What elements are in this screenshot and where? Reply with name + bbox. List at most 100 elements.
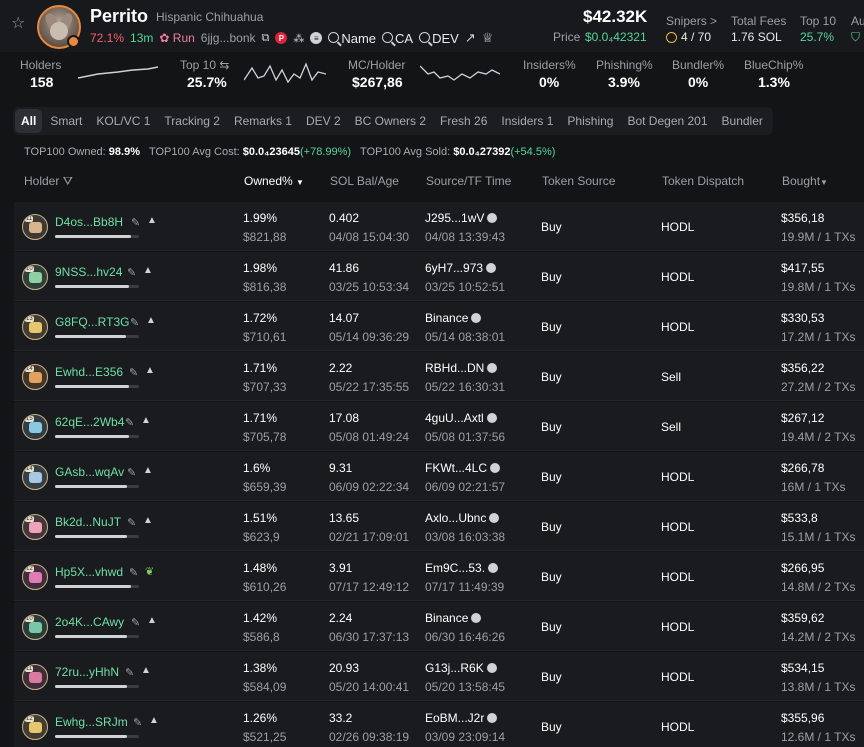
- tab-8[interactable]: Insiders 1: [495, 109, 559, 133]
- avatar[interactable]: 11: [22, 664, 48, 690]
- holder-address[interactable]: Ewhd...E356: [55, 365, 123, 379]
- table-row[interactable]: 15 62qE...2Wb4 ✎ ▲ 1.71% $705,78 17.08 0…: [14, 402, 864, 451]
- holder-address[interactable]: Ewhg...SRJm: [55, 715, 128, 729]
- table-row[interactable]: 11 D4os...Bb8H ✎ ▲ 1.99% $821,88 0.402 0…: [14, 202, 864, 251]
- table-row[interactable]: 14 GAsb...wqAv ✎ ▲ 1.6% $659,39 9.31 06/…: [14, 452, 864, 501]
- column-sol-bal[interactable]: SOL Bal/Age: [330, 174, 399, 188]
- search-name-link[interactable]: Name: [328, 31, 376, 46]
- tab-0[interactable]: All: [15, 109, 43, 133]
- avatar[interactable]: 12: [22, 564, 48, 590]
- tab-7[interactable]: Fresh 26: [434, 109, 493, 133]
- search-ca-link[interactable]: CA: [382, 31, 413, 46]
- tab-1[interactable]: Smart: [44, 109, 88, 133]
- edit-icon[interactable]: ✎: [125, 416, 134, 429]
- tab-4[interactable]: Remarks 1: [228, 109, 298, 133]
- edit-icon[interactable]: ✎: [127, 466, 136, 479]
- holder-address[interactable]: 2o4K...CAwy: [55, 615, 124, 629]
- column-token-dispatch[interactable]: Token Dispatch: [662, 174, 744, 188]
- edit-icon[interactable]: ✎: [125, 666, 134, 679]
- funding-source[interactable]: G13j...R6K: [425, 661, 497, 675]
- edit-icon[interactable]: ✎: [130, 316, 139, 329]
- holder-address[interactable]: 9NSS...hv24: [55, 265, 122, 279]
- table-row[interactable]: 11 72ru...yHhN ✎ ▲ 1.38% $584,09 20.93 0…: [14, 652, 864, 701]
- funding-source[interactable]: Axlo...Ubnc: [425, 511, 500, 525]
- tab-2[interactable]: KOL/VC 1: [90, 109, 156, 133]
- star-icon[interactable]: ☆: [11, 16, 27, 32]
- table-row[interactable]: 10 9NSS...hv24 ✎ ▲ 1.98% $816,38 41.86 0…: [14, 252, 864, 301]
- table-row[interactable]: 14 Ewhd...E356 ✎ ▲ 1.71% $707,33 2.22 05…: [14, 352, 864, 401]
- holder-address[interactable]: 72ru...yHhN: [55, 665, 119, 679]
- holder-address[interactable]: Hp5X...vhwd: [55, 565, 123, 579]
- avatar[interactable]: 13: [22, 314, 48, 340]
- table-row[interactable]: 12 Hp5X...vhwd ✎ ❦ 1.48% $610,26 3.91 07…: [14, 552, 864, 601]
- snipers-label[interactable]: Snipers >: [666, 14, 717, 28]
- column-token-source[interactable]: Token Source: [542, 174, 615, 188]
- group-icon[interactable]: ⁂: [293, 32, 304, 45]
- tab-9[interactable]: Phishing: [561, 109, 619, 133]
- funding-source[interactable]: Em9C...53.: [425, 561, 499, 575]
- holder-address[interactable]: D4os...Bb8H: [55, 215, 123, 229]
- column-source[interactable]: Source/TF Time: [426, 174, 511, 188]
- edit-icon[interactable]: ✎: [131, 216, 140, 229]
- holder-address[interactable]: GAsb...wqAv: [55, 465, 124, 479]
- edit-icon[interactable]: ✎: [133, 716, 142, 729]
- edit-icon[interactable]: ✎: [129, 366, 138, 379]
- run-label[interactable]: ✿ Run: [159, 31, 194, 45]
- table-row[interactable]: 10 2o4K...CAwy ✎ ▲ 1.42% $586,8 2.24 06/…: [14, 602, 864, 651]
- source-icon: [487, 363, 498, 373]
- holding-bar: [55, 685, 139, 688]
- tab-3[interactable]: Tracking 2: [158, 109, 226, 133]
- tab-5[interactable]: DEV 2: [300, 109, 347, 133]
- edit-icon[interactable]: ✎: [127, 516, 136, 529]
- funding-source[interactable]: 6yH7...973: [425, 261, 497, 275]
- holder-address[interactable]: 62qE...2Wb4: [55, 415, 124, 429]
- pyramid-icon: ▲: [149, 715, 159, 726]
- column-owned[interactable]: Owned% ▼: [244, 174, 304, 188]
- menu-circle-icon[interactable]: ≡: [310, 32, 323, 44]
- avatar[interactable]: 10: [22, 264, 48, 290]
- token-address[interactable]: 6jjg...bonk: [201, 31, 256, 45]
- tab-11[interactable]: Bundler: [716, 109, 769, 133]
- column-bought[interactable]: Bought▼: [782, 174, 828, 188]
- sniper-icon: [666, 32, 677, 43]
- crown-icon[interactable]: ♕: [482, 30, 494, 46]
- funding-source[interactable]: 4guU...Axtl: [425, 411, 497, 425]
- funding-source[interactable]: J295...1wV: [425, 211, 498, 225]
- bought-usd: $359,62: [781, 611, 825, 625]
- edit-icon[interactable]: ✎: [131, 616, 140, 629]
- pinterest-icon[interactable]: P: [275, 32, 288, 44]
- avatar[interactable]: 12: [22, 714, 48, 740]
- bought-amount: 17.2M / 1 TXs: [781, 330, 856, 344]
- edit-icon[interactable]: ✎: [127, 266, 136, 279]
- token-dispatch: HODL: [661, 520, 695, 534]
- tab-10[interactable]: Bot Degen 201: [621, 109, 713, 133]
- search-icon: [419, 31, 431, 43]
- external-link-icon[interactable]: ↗: [465, 30, 476, 46]
- top100-summary: TOP100 Owned: 98.9% TOP100 Avg Cost: $0.…: [24, 146, 556, 158]
- holding-bar: [55, 485, 139, 488]
- edit-icon[interactable]: ✎: [129, 566, 138, 579]
- funding-source[interactable]: Binance: [425, 311, 482, 325]
- column-holder[interactable]: Holder ⛛: [24, 174, 73, 189]
- funding-source[interactable]: Binance: [425, 611, 482, 625]
- tab-6[interactable]: BC Owners 2: [349, 109, 432, 133]
- table-row[interactable]: 13 G8FQ...RT3G ✎ ▲ 1.72% $710,61 14.07 0…: [14, 302, 864, 351]
- avatar[interactable]: 15: [22, 414, 48, 440]
- insiders-label: Insiders%: [523, 58, 576, 72]
- search-dev-link[interactable]: DEV: [419, 31, 459, 46]
- table-row[interactable]: 13 Bk2d...NuJT ✎ ▲ 1.51% $623,9 13.65 02…: [14, 502, 864, 551]
- copy-icon[interactable]: ⧉: [262, 32, 270, 45]
- holder-address[interactable]: G8FQ...RT3G: [55, 315, 129, 329]
- funding-source[interactable]: RBHd...DN: [425, 361, 498, 375]
- avatar[interactable]: 14: [22, 464, 48, 490]
- avatar[interactable]: 10: [22, 614, 48, 640]
- avatar[interactable]: 14: [22, 364, 48, 390]
- funding-source[interactable]: FKWt...4LC: [425, 461, 501, 475]
- table-row[interactable]: 12 Ewhg...SRJm ✎ ▲ 1.26% $521,25 33.2 02…: [14, 702, 864, 747]
- holder-address[interactable]: Bk2d...NuJT: [55, 515, 121, 529]
- avatar[interactable]: 11: [22, 214, 48, 240]
- avatar[interactable]: 13: [22, 514, 48, 540]
- owned-usd: $623,9: [243, 530, 280, 544]
- funding-source[interactable]: EoBM...J2r: [425, 711, 498, 725]
- search-icon: [328, 31, 340, 43]
